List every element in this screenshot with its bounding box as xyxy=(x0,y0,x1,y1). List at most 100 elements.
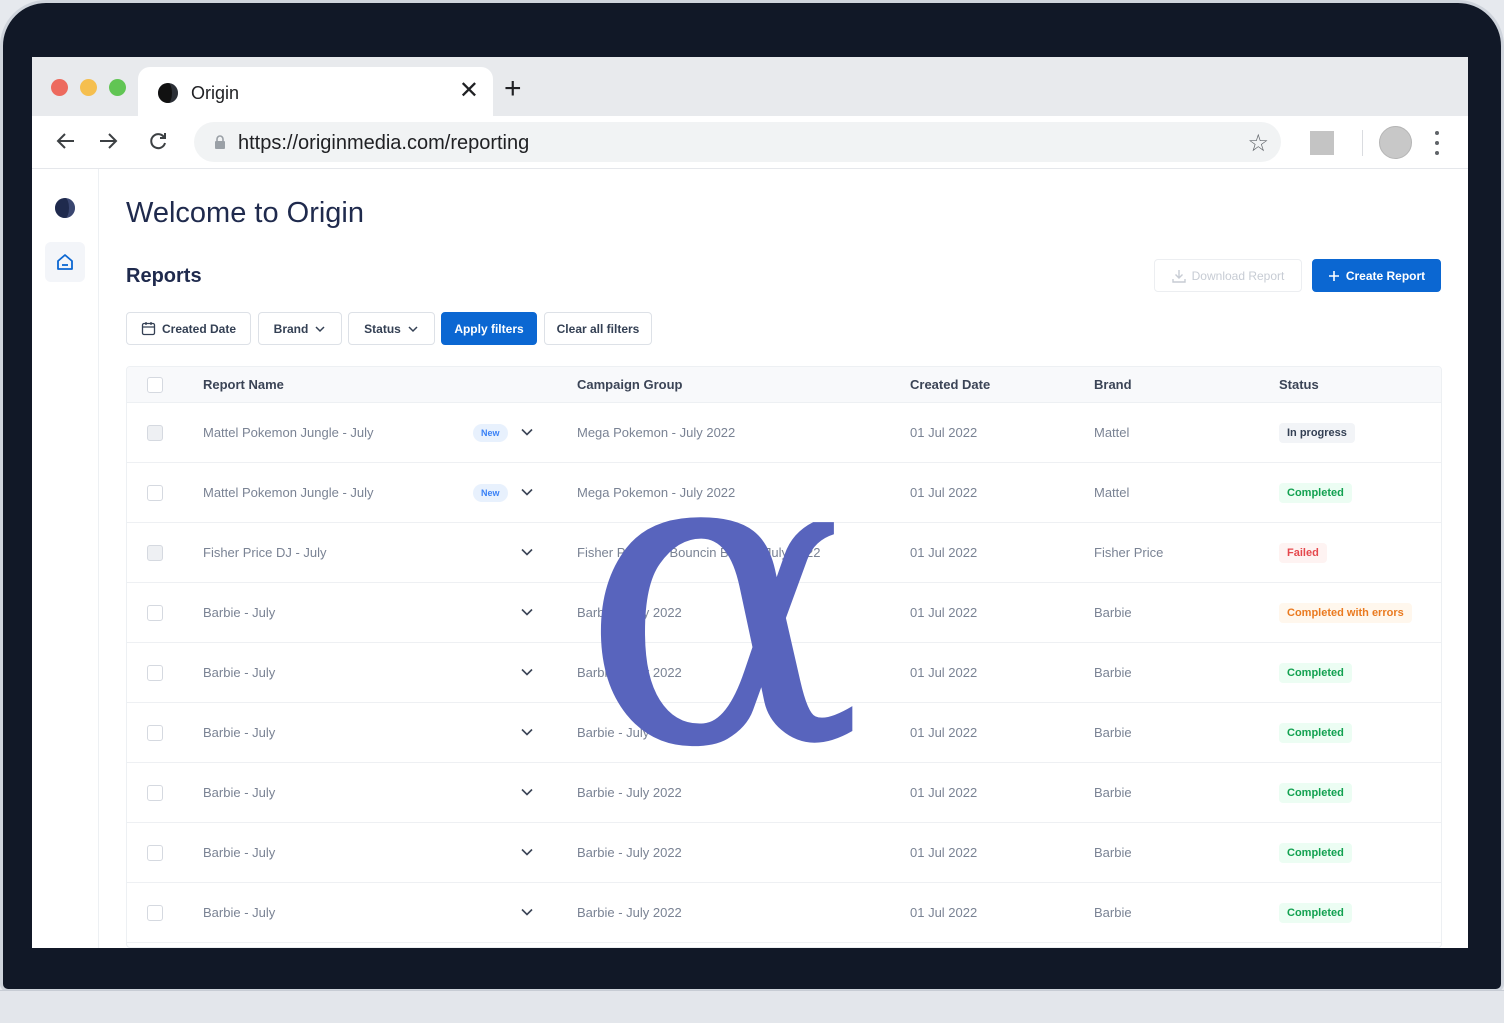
row-checkbox[interactable] xyxy=(147,725,163,741)
sidebar-item-home[interactable] xyxy=(45,242,85,282)
table-row[interactable]: Barbie - July Barbie - July 2022 01 Jul 20… xyxy=(127,703,1441,763)
table-row[interactable]: Mattel Pokemon Jungle - July New Mega Poke… xyxy=(127,463,1441,523)
brand-filter-label: Brand xyxy=(273,321,309,336)
brand-cell: Barbie xyxy=(1094,665,1132,680)
download-icon xyxy=(1171,269,1186,283)
origin-logo-icon[interactable] xyxy=(54,197,76,219)
star-icon[interactable]: ☆ xyxy=(1247,129,1269,158)
app-sidebar xyxy=(32,169,99,948)
brand-cell: Fisher Price xyxy=(1094,545,1164,560)
report-name-cell: Barbie - July xyxy=(203,605,276,620)
plus-icon xyxy=(1328,270,1339,281)
home-icon xyxy=(57,254,73,270)
table-row[interactable]: Barbie - July Barbie - July 2022 01 Jul 20… xyxy=(127,583,1441,643)
table-row[interactable]: Mattel Pokemon Jungle - July New Mega Poke… xyxy=(127,403,1441,463)
chevron-down-icon[interactable] xyxy=(520,485,534,499)
reload-icon[interactable] xyxy=(141,124,175,158)
download-report-button[interactable]: Download Report xyxy=(1154,259,1302,292)
back-arrow-icon[interactable] xyxy=(49,124,83,158)
chevron-down-icon[interactable] xyxy=(520,425,534,439)
close-icon[interactable]: ✕ xyxy=(459,77,479,105)
column-header-status[interactable]: Status xyxy=(1279,377,1319,392)
maximize-window-button[interactable] xyxy=(109,79,126,96)
chevron-down-icon[interactable] xyxy=(520,905,534,919)
apply-filters-button[interactable]: Apply filters xyxy=(441,312,537,345)
status-filter[interactable]: Status xyxy=(348,312,435,345)
table-row[interactable]: Barbie - July Barbie - July 2022 01 Jul 20… xyxy=(127,883,1441,943)
create-report-button[interactable]: Create Report xyxy=(1312,259,1441,292)
campaign-group-cell: Barbie - July 2022 xyxy=(577,845,682,860)
created-date-cell: 01 Jul 2022 xyxy=(910,845,978,860)
minimize-window-button[interactable] xyxy=(80,79,97,96)
create-report-label: Create Report xyxy=(1345,268,1426,283)
brand-cell: Barbie xyxy=(1094,605,1132,620)
address-bar-row: https://originmedia.com/reporting ☆ xyxy=(32,116,1468,169)
extension-icon[interactable] xyxy=(1310,131,1334,155)
lock-icon xyxy=(215,135,225,149)
close-window-button[interactable] xyxy=(51,79,68,96)
report-name-cell: Barbie - July xyxy=(203,725,276,740)
select-all-checkbox[interactable] xyxy=(147,377,163,393)
row-checkbox[interactable] xyxy=(147,785,163,801)
table-row[interactable]: Barbie - July Barbie - July 2022 01 Jul 20… xyxy=(127,763,1441,823)
chevron-down-icon[interactable] xyxy=(520,605,534,619)
laptop-base xyxy=(0,990,1504,1023)
column-header-campaign-group[interactable]: Campaign Group xyxy=(577,377,682,392)
campaign-group-cell: Mega Pokemon - July 2022 xyxy=(577,485,736,500)
table-header: Report Name Campaign Group Created Date … xyxy=(127,367,1441,403)
row-checkbox[interactable] xyxy=(147,905,163,921)
status-badge: Completed xyxy=(1279,723,1352,743)
tab-title: Origin xyxy=(191,83,240,103)
column-header-report-name[interactable]: Report Name xyxy=(203,377,284,392)
forward-arrow-icon[interactable] xyxy=(91,124,125,158)
chevron-down-icon[interactable] xyxy=(520,665,534,679)
chevron-down-icon[interactable] xyxy=(520,845,534,859)
row-checkbox[interactable] xyxy=(147,545,163,561)
created-date-filter[interactable]: Created Date xyxy=(126,312,251,345)
brand-cell: Barbie xyxy=(1094,845,1132,860)
column-header-created-date[interactable]: Created Date xyxy=(910,377,990,392)
status-badge: Completed xyxy=(1279,783,1352,803)
report-name-cell: Fisher Price DJ - July xyxy=(203,545,327,560)
brand-cell: Barbie xyxy=(1094,905,1132,920)
status-badge: Completed xyxy=(1279,903,1352,923)
report-name-cell: Barbie - July xyxy=(203,845,276,860)
kebab-menu-icon[interactable] xyxy=(1430,128,1444,158)
table-row[interactable]: Fisher Price DJ - July Fisher Price DJ Bo… xyxy=(127,523,1441,583)
campaign-group-cell: Barbie - July 2022 xyxy=(577,605,682,620)
brand-cell: Mattel xyxy=(1094,485,1130,500)
status-badge: In progress xyxy=(1279,423,1355,443)
chevron-down-icon xyxy=(315,325,325,332)
campaign-group-cell: Barbie - July 2022 xyxy=(577,905,682,920)
plus-icon[interactable]: + xyxy=(504,74,522,104)
row-checkbox[interactable] xyxy=(147,605,163,621)
created-date-label: Created Date xyxy=(161,321,237,336)
brand-filter[interactable]: Brand xyxy=(258,312,342,345)
row-checkbox[interactable] xyxy=(147,665,163,681)
chevron-down-icon[interactable] xyxy=(520,785,534,799)
created-date-cell: 01 Jul 2022 xyxy=(910,665,978,680)
created-date-cell: 01 Jul 2022 xyxy=(910,605,978,620)
row-checkbox[interactable] xyxy=(147,425,163,441)
column-header-brand[interactable]: Brand xyxy=(1094,377,1132,392)
address-bar[interactable]: https://originmedia.com/reporting ☆ xyxy=(194,122,1281,162)
tab-origin[interactable]: Origin ✕ xyxy=(138,67,493,116)
calendar-icon xyxy=(141,322,156,336)
status-badge: Completed xyxy=(1279,663,1352,683)
chevron-down-icon[interactable] xyxy=(520,725,534,739)
avatar[interactable] xyxy=(1379,126,1412,159)
url-text: https://originmedia.com/reporting xyxy=(238,132,530,154)
download-report-label: Download Report xyxy=(1191,268,1285,283)
chevron-down-icon[interactable] xyxy=(520,545,534,559)
table-row[interactable]: Barbie - July Barbie - July 2022 01 Jul 20… xyxy=(127,823,1441,883)
new-badge: New xyxy=(473,424,508,442)
campaign-group-cell: Mega Pokemon - July 2022 xyxy=(577,425,736,440)
clear-filters-button[interactable]: Clear all filters xyxy=(544,312,652,345)
page-title: Welcome to Origin xyxy=(126,197,364,229)
created-date-cell: 01 Jul 2022 xyxy=(910,725,978,740)
new-badge: New xyxy=(473,484,508,502)
browser-window: Origin ✕ + https://originmedia.com/repor… xyxy=(32,57,1468,948)
row-checkbox[interactable] xyxy=(147,485,163,501)
row-checkbox[interactable] xyxy=(147,845,163,861)
table-row[interactable]: Barbie - July Barbie - July 2022 01 Jul 20… xyxy=(127,643,1441,703)
